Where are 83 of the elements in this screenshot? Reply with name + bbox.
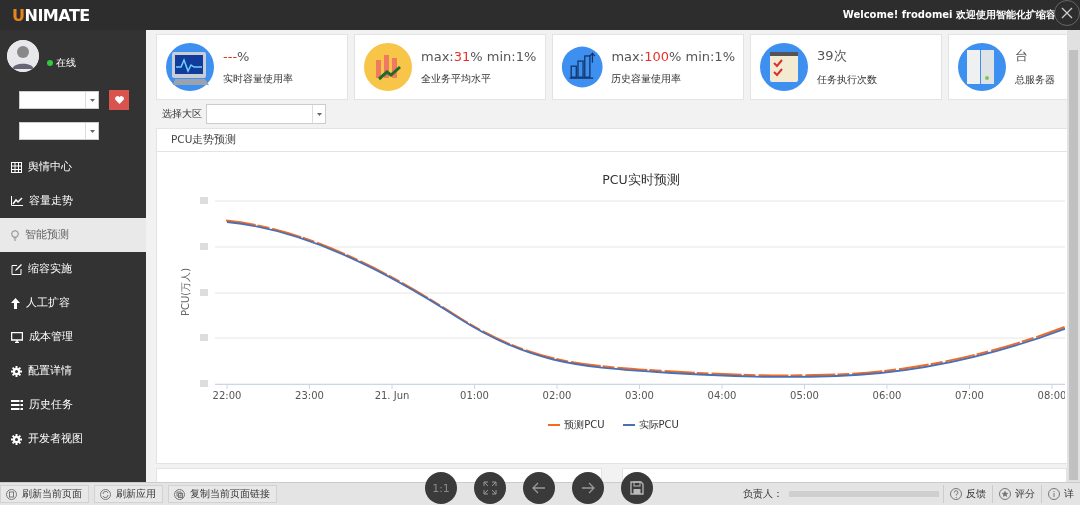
grid-icon (11, 161, 22, 173)
axis-label (200, 380, 208, 387)
gear-icon (11, 433, 22, 445)
welcome-text: Welcome! frodomei 欢迎使用智能化扩缩容 (842, 8, 1056, 22)
stat-label: 任务执行次数 (817, 74, 877, 87)
stat-value: ---% (223, 48, 251, 64)
expand-icon (483, 481, 497, 495)
axis-label: 23:00 (295, 390, 324, 401)
edit-icon (11, 263, 22, 275)
axis-title: PCU(万人) (180, 267, 191, 317)
legend-item[interactable]: 实际PCU (622, 418, 679, 432)
axis-label (200, 197, 208, 204)
panel-title: PCU走势预测 (171, 133, 237, 147)
axis-label: 21. Jun (374, 390, 410, 401)
favorite-button[interactable] (109, 90, 129, 110)
page-icon (6, 488, 17, 500)
footer-button[interactable]: 评分 (992, 485, 1041, 503)
footer-button[interactable]: 详 (1041, 485, 1080, 503)
stat-label: 全业务平均水平 (421, 72, 492, 86)
monitor-icon (165, 42, 215, 92)
arrow-left-icon (532, 482, 546, 494)
footer-button[interactable]: 复制当前页面链接 (168, 485, 277, 503)
owner-label: 负责人： (743, 487, 783, 501)
chart-title: PCU实时预测 (602, 172, 680, 187)
heart-icon (114, 96, 124, 104)
sidebar-item[interactable]: 智能预测 (0, 218, 146, 252)
help-icon (950, 488, 962, 500)
axis-label (200, 243, 208, 250)
monitor-icon (11, 331, 23, 343)
lightbulb-icon (11, 229, 19, 241)
stat-label: 实时容量使用率 (223, 72, 293, 86)
stat-label: 总服务器 (1015, 74, 1055, 87)
axis-label: 04:00 (707, 390, 737, 401)
avatar (7, 40, 39, 72)
axis-label: 03:00 (625, 390, 654, 401)
upload-icon (11, 297, 20, 309)
legend-item[interactable]: 预测PCU (548, 418, 605, 432)
caret-icon (89, 98, 95, 102)
sidebar-item[interactable]: 历史任务 (0, 388, 146, 422)
axis-label: 01:00 (460, 390, 489, 401)
caret-icon (89, 129, 95, 133)
copy-icon (174, 488, 185, 500)
footer-button[interactable]: 反馈 (943, 485, 992, 503)
axis-label: 06:00 (872, 390, 902, 401)
caret-icon (316, 112, 322, 116)
save-icon (630, 481, 644, 495)
bar-chart-icon (363, 42, 413, 92)
arrow-right-icon (581, 482, 595, 494)
sidebar-item[interactable]: 缩容实施 (0, 252, 146, 286)
axis-label (200, 289, 208, 296)
sidebar-item[interactable]: 人工扩容 (0, 286, 146, 320)
stat-value: max:31% min:1% (421, 48, 537, 64)
sidebar-item[interactable]: 舆情中心 (0, 150, 146, 184)
checklist-icon (759, 42, 809, 92)
sidebar-item[interactable]: 成本管理 (0, 320, 146, 354)
list-icon (11, 400, 23, 410)
sidebar-item[interactable]: 容量走势 (0, 184, 146, 218)
axis-label: 05:00 (790, 390, 819, 401)
star-icon (999, 488, 1011, 500)
axis-label: 08:00 (1037, 390, 1065, 401)
footer-button[interactable]: 刷新当前页面 (0, 485, 89, 503)
sidebar-item[interactable]: 开发者视图 (0, 422, 146, 456)
axis-label: 22:00 (212, 390, 242, 401)
close-icon (1061, 7, 1073, 19)
axis-label: 07:00 (955, 390, 984, 401)
stat-value: 台 (1015, 47, 1029, 65)
line-chart-icon (11, 196, 23, 206)
footer-button[interactable]: 刷新应用 (94, 485, 163, 503)
gear-icon (11, 365, 22, 377)
user-status: 在线 (56, 56, 76, 70)
info-icon (1048, 488, 1060, 500)
field-label: 选择大区 (162, 107, 202, 121)
scrollbar[interactable] (1067, 30, 1080, 482)
app-logo: UNIMATE (12, 5, 90, 25)
axis-label (200, 334, 208, 341)
server-icon (957, 42, 1007, 92)
stat-label: 历史容量使用率 (611, 72, 683, 86)
status-dot (47, 60, 53, 66)
sidebar-item[interactable]: 配置详情 (0, 354, 146, 388)
stat-value: max:100% min:1% (611, 48, 735, 64)
axis-label: 02:00 (542, 390, 572, 401)
stat-value: 39次 (817, 47, 848, 65)
refresh-icon (100, 488, 111, 500)
